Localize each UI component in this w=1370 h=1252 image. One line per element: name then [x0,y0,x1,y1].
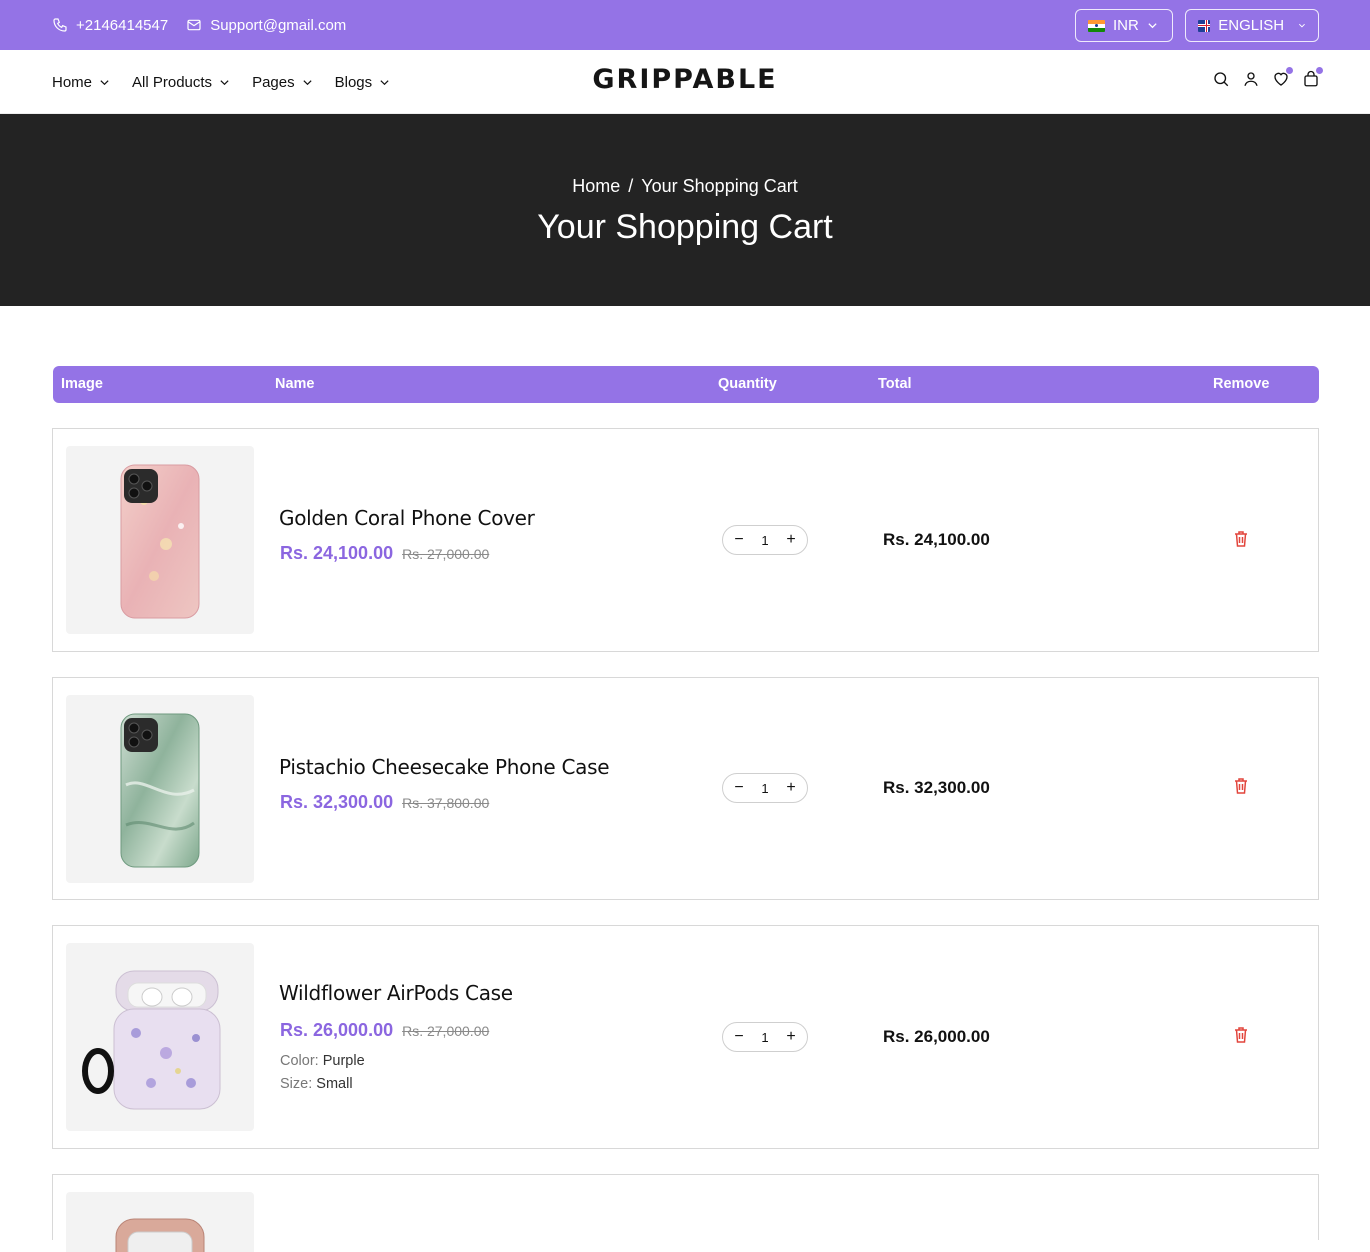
decrease-qty-button[interactable]: − [732,531,746,549]
site-logo[interactable]: GRIPPABLE [0,64,1370,95]
currency-selector[interactable]: INR [1075,9,1173,42]
sale-price: Rs. 24,100.00 [280,543,394,563]
cart-badge [1315,66,1324,75]
original-price: Rs. 37,800.00 [402,795,490,811]
increase-qty-button[interactable]: + [784,779,798,797]
product-price: Rs. 32,300.00 Rs. 37,800.00 [280,792,489,813]
breadcrumb-home[interactable]: Home [572,176,620,196]
quantity-stepper: − 1 + [722,773,808,803]
cart-row: Wildflower AirPods Case Rs. 26,000.00 Rs… [52,925,1319,1149]
language-value: ENGLISH [1218,17,1285,34]
decrease-qty-button[interactable]: − [732,1028,746,1046]
phone-case-image [120,464,200,619]
header-remove: Remove [1213,376,1270,392]
header-name: Name [275,376,315,392]
search-button[interactable] [1212,70,1230,88]
airpods-case-image [82,970,221,1110]
breadcrumb-current: Your Shopping Cart [641,176,798,196]
remove-item-button[interactable] [1233,777,1249,795]
cart-row [52,1174,1319,1252]
header-quantity: Quantity [718,376,777,392]
quantity-stepper: − 1 + [722,1022,808,1052]
chevron-down-icon [1148,23,1157,29]
trash-icon [1235,531,1247,547]
phone-link[interactable]: +2146414547 [52,17,168,34]
uk-flag-icon [1198,19,1211,32]
sale-price: Rs. 26,000.00 [280,1020,394,1040]
product-image[interactable] [66,695,254,883]
product-name[interactable]: Golden Coral Phone Cover [279,506,535,530]
user-icon [1244,72,1258,86]
page-hero: Home / Your Shopping Cart Your Shopping Ca… [0,114,1370,306]
line-total: Rs. 26,000.00 [883,1027,990,1046]
airpods-case-image [115,1218,205,1252]
increase-qty-button[interactable]: + [784,1028,798,1046]
quantity-stepper: − 1 + [722,525,808,555]
product-name[interactable]: Wildflower AirPods Case [279,981,513,1005]
cart-row: Pistachio Cheesecake Phone Case Rs. 32,3… [52,677,1319,900]
header-icons [1212,66,1324,88]
breadcrumb-separator: / [628,176,634,196]
account-button[interactable] [1242,70,1260,88]
main-nav: Home All Products Pages Blogs GRIPPABLE [0,50,1370,114]
cart-row: Golden Coral Phone Cover Rs. 24,100.00 R… [52,428,1319,652]
product-image[interactable] [66,943,254,1131]
wishlist-badge [1285,66,1294,75]
phone-number: +2146414547 [76,16,169,34]
remove-item-button[interactable] [1233,530,1249,548]
size-label: Size: [280,1076,313,1092]
color-label: Color: [280,1053,319,1069]
search-icon [1214,72,1229,87]
original-price: Rs. 27,000.00 [402,546,490,562]
product-image[interactable] [66,1192,254,1252]
line-total: Rs. 24,100.00 [883,530,990,549]
top-bar: +2146414547 Support@gmail.com INR ENGLIS… [0,0,1370,50]
original-price: Rs. 27,000.00 [402,1023,490,1039]
product-price: Rs. 26,000.00 Rs. 27,000.00 [280,1020,489,1041]
mail-icon [187,19,201,31]
cart-button[interactable] [1302,66,1324,88]
india-flag-icon [1088,19,1105,32]
decrease-qty-button[interactable]: − [732,779,746,797]
chevron-down-icon [1299,23,1306,28]
wishlist-button[interactable] [1272,66,1294,88]
email-link[interactable]: Support@gmail.com [186,17,346,34]
remove-item-button[interactable] [1233,1026,1249,1044]
trash-icon [1235,778,1247,794]
product-name[interactable]: Pistachio Cheesecake Phone Case [279,755,610,779]
line-total: Rs. 32,300.00 [883,778,990,797]
product-color: Color: Purple [280,1053,365,1069]
support-email: Support@gmail.com [210,16,347,34]
quantity-value[interactable]: 1 [761,533,768,548]
product-price: Rs. 24,100.00 Rs. 27,000.00 [280,543,489,564]
product-image[interactable] [66,446,254,634]
language-selector[interactable]: ENGLISH [1185,9,1319,42]
quantity-value[interactable]: 1 [761,781,768,796]
currency-value: INR [1113,17,1139,34]
sale-price: Rs. 32,300.00 [280,792,394,812]
contact-info: +2146414547 Support@gmail.com [52,0,346,50]
cart-table-header: Image Name Quantity Total Remove [53,366,1319,403]
page-title: Your Shopping Cart [537,208,833,246]
phone-icon [53,18,67,32]
breadcrumb: Home / Your Shopping Cart [0,176,1370,197]
phone-case-image [120,713,200,868]
trash-icon [1235,1027,1247,1043]
product-size: Size: Small [280,1076,353,1092]
header-total: Total [878,376,912,392]
quantity-value[interactable]: 1 [761,1030,768,1045]
color-value: Purple [322,1053,365,1069]
increase-qty-button[interactable]: + [784,531,798,549]
header-image: Image [61,376,103,392]
size-value: Small [316,1076,353,1092]
